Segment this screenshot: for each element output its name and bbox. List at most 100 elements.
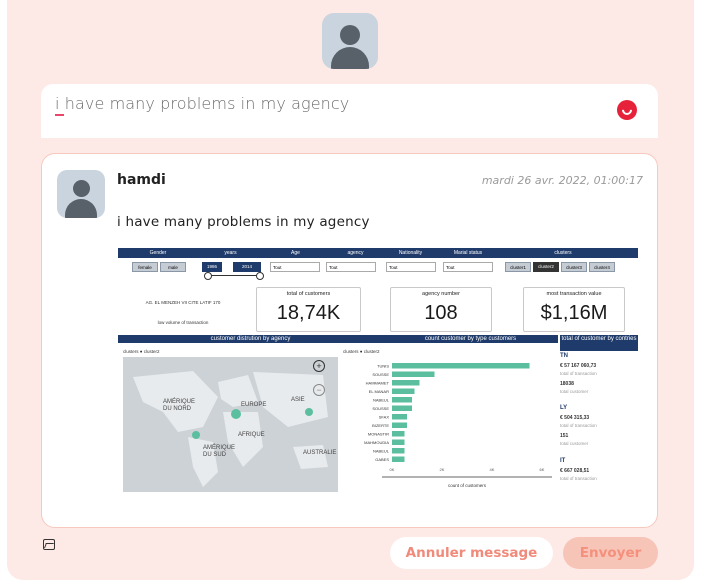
bar[interactable] xyxy=(392,363,530,369)
marital-dropdown[interactable]: Tout xyxy=(443,262,493,272)
bar-category-label: NABEUL xyxy=(373,398,390,403)
country-amount-label: total of transaction xyxy=(560,371,597,376)
age-dropdown[interactable]: Tout xyxy=(270,262,320,272)
bar-category-label: GABES xyxy=(375,457,389,462)
bar[interactable] xyxy=(392,448,405,454)
year-from[interactable]: 1986 xyxy=(202,262,222,272)
country-count-label: total customer xyxy=(560,389,589,394)
country-code-ly: LY xyxy=(560,405,568,411)
bar-category-label: SOUSSE xyxy=(372,372,389,377)
nationality-dropdown[interactable]: Tout xyxy=(386,262,436,272)
avatar-body xyxy=(65,199,97,218)
map-cluster-point[interactable] xyxy=(305,408,313,416)
map-label-australia: AUSTRALIE xyxy=(303,450,337,456)
avatar-head xyxy=(340,25,360,45)
country-count-tn: 18038 xyxy=(560,381,574,387)
cluster-option-1[interactable]: cluster1 xyxy=(505,262,531,272)
gender-male[interactable]: male xyxy=(160,262,186,272)
bar-axis-tick: 4K xyxy=(490,467,495,472)
map-zoom-out[interactable]: − xyxy=(313,384,325,396)
message-card: hamdi mardi 26 avr. 2022, 01:00:17 i hav… xyxy=(41,153,658,528)
message-composer[interactable]: i have many problems in my agency xyxy=(41,84,658,138)
bar-category-label: EL MANAR xyxy=(369,389,389,394)
send-button[interactable]: Envoyer xyxy=(563,537,658,569)
world-map-shapes xyxy=(133,371,328,487)
bar[interactable] xyxy=(392,439,405,446)
kpi-value: 18,74K xyxy=(276,302,341,324)
cancel-message-button[interactable]: Annuler message xyxy=(390,537,553,569)
map-cluster-point[interactable] xyxy=(192,431,200,439)
world-map[interactable]: AMÉRIQUE DU NORD EUROPE AFRIQUE AMÉRIQUE… xyxy=(123,357,338,492)
year-slider[interactable] xyxy=(206,275,262,276)
post-message: i have many problems in my agency xyxy=(117,214,370,230)
country-count-label: total customer xyxy=(560,441,589,446)
countries-scroll: TN € 57 167 060,73 total of transaction … xyxy=(560,353,630,493)
avatar-head xyxy=(73,180,90,197)
user-avatar xyxy=(322,13,378,69)
country-code-tn: TN xyxy=(560,353,568,359)
map-label-africa: AFRIQUE xyxy=(238,432,265,438)
composer-text[interactable]: i have many problems in my agency xyxy=(55,94,349,113)
bar-category-label: NABEUL xyxy=(373,449,390,454)
dashboard-screenshot: Gender years Age agency Nationality Mari… xyxy=(118,248,638,498)
country-amount-tn: € 57 167 060,73 xyxy=(560,363,597,369)
country-amount-label: total of transaction xyxy=(560,423,597,428)
cluster-option-4[interactable]: cluster4 xyxy=(589,262,615,272)
author-name: hamdi xyxy=(117,172,166,188)
agency-dropdown[interactable]: Tout xyxy=(326,262,376,272)
bar[interactable] xyxy=(392,388,415,395)
agency-card-name: AG. EL MENZEH VII CITE LATIF 170 xyxy=(145,300,221,305)
bar-x-axis-label: count of customers xyxy=(448,483,487,488)
section-countries-title: total of customer by contries xyxy=(560,335,638,351)
map-label-europe: EUROPE xyxy=(241,402,267,408)
map-label-north-america: AMÉRIQUE DU NORD xyxy=(163,399,196,412)
kpi-value: 108 xyxy=(424,302,458,324)
bar-legend: clusters ● cluster2 xyxy=(343,349,380,354)
filter-label-marital: Marial status xyxy=(453,250,483,256)
year-slider-handle-left[interactable] xyxy=(204,272,212,280)
bar[interactable] xyxy=(392,380,420,386)
bar[interactable] xyxy=(392,405,412,412)
gender-female[interactable]: female xyxy=(132,262,158,272)
cluster-option-2[interactable]: cluster2 xyxy=(533,262,559,272)
section-map-title: customer distrution by agency xyxy=(118,335,383,343)
filter-label-years: years xyxy=(224,250,237,256)
bar[interactable] xyxy=(392,456,405,463)
kpi-value: $1,16M xyxy=(540,302,608,324)
filter-label-nationality: Nationality xyxy=(398,250,423,256)
map-zoom-in[interactable]: + xyxy=(313,360,325,372)
country-count-ly: 151 xyxy=(560,433,569,439)
bar-axis-tick: 0K xyxy=(390,467,395,472)
section-bars-title: count customer by type customers xyxy=(383,335,558,343)
text-caret xyxy=(55,114,64,116)
image-upload-icon[interactable] xyxy=(43,539,55,550)
cluster-option-3[interactable]: cluster3 xyxy=(561,262,587,272)
country-code-it: IT xyxy=(560,458,566,464)
kpi-card-agency: agency number 108 xyxy=(390,287,492,332)
kpi-title: most transaction value xyxy=(546,291,602,297)
country-amount-label: total of transaction xyxy=(560,476,597,481)
record-icon[interactable] xyxy=(617,100,637,120)
country-amount-it: € 667 028,51 xyxy=(560,468,590,474)
year-to[interactable]: 2014 xyxy=(233,262,261,272)
bar[interactable] xyxy=(392,431,405,437)
map-label-asia: ASIE xyxy=(291,397,305,403)
bar-category-label: BIZERTE xyxy=(372,423,389,428)
bar[interactable] xyxy=(392,422,407,429)
country-amount-ly: € 504 315,33 xyxy=(560,415,590,421)
filter-label-gender: Gender xyxy=(149,250,167,256)
year-slider-handle-right[interactable] xyxy=(256,272,264,280)
post-date: mardi 26 avr. 2022, 01:00:17 xyxy=(481,174,643,187)
map-label-south-america: AMÉRIQUE DU SUD xyxy=(203,445,236,458)
map-cluster-point[interactable] xyxy=(231,409,241,419)
bar-category-label: HAMMAMET xyxy=(366,381,390,386)
bar[interactable] xyxy=(392,414,407,420)
bar-axis-tick: 6K xyxy=(540,467,545,472)
author-avatar xyxy=(57,170,105,218)
bar[interactable] xyxy=(392,371,435,378)
bar-category-label: SOUSSE xyxy=(372,406,389,411)
bar-axis-tick: 2K xyxy=(440,467,445,472)
bar[interactable] xyxy=(392,397,412,403)
bar-category-label: TUNIS xyxy=(377,364,389,369)
filter-label-agency: agency xyxy=(347,250,364,256)
